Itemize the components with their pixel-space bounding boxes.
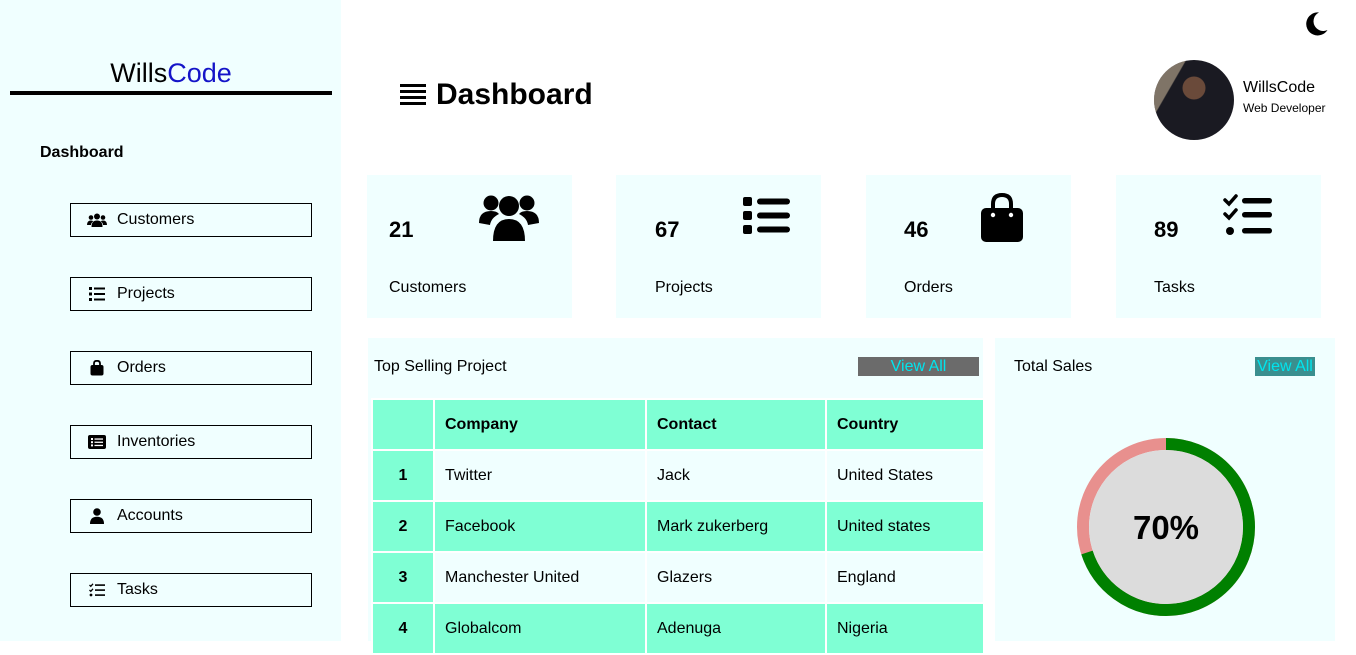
moon-icon[interactable] xyxy=(1303,11,1329,37)
row-company: Twitter xyxy=(433,449,647,502)
tasks-icon xyxy=(1223,193,1285,245)
shopping-bag-icon xyxy=(87,360,107,376)
stat-card-projects[interactable]: 67 Projects xyxy=(616,175,821,318)
sidebar-item-tasks[interactable]: Tasks xyxy=(70,573,312,607)
view-all-button[interactable]: View All xyxy=(1255,357,1315,376)
row-company: Globalcom xyxy=(433,602,647,655)
list-alt-icon xyxy=(87,434,107,450)
row-country: England xyxy=(825,551,985,604)
stat-value: 67 xyxy=(655,217,680,242)
sidebar-item-label: Projects xyxy=(117,285,175,302)
user-icon xyxy=(87,508,107,524)
sidebar-item-customers[interactable]: Customers xyxy=(70,203,312,237)
page-title-text: Dashboard xyxy=(436,78,593,111)
row-contact: Adenuga xyxy=(645,602,827,655)
sidebar-item-inventories[interactable]: Inventories xyxy=(70,425,312,459)
sidebar-item-orders[interactable]: Orders xyxy=(70,351,312,385)
stat-label: Customers xyxy=(389,279,467,296)
brand-text-primary: Wills xyxy=(110,58,168,88)
row-company: Facebook xyxy=(433,500,647,553)
top-selling-table: Company Contact Country 1 Twitter Jack U… xyxy=(371,398,985,655)
row-country: Nigeria xyxy=(825,602,985,655)
sidebar-item-label: Customers xyxy=(117,211,195,228)
list-icon xyxy=(742,193,804,245)
brand-divider xyxy=(10,91,332,95)
sidebar-item-accounts[interactable]: Accounts xyxy=(70,499,312,533)
stat-card-tasks[interactable]: 89 Tasks xyxy=(1116,175,1321,318)
users-icon xyxy=(87,212,107,228)
total-sales-title: Total Sales xyxy=(1014,358,1093,375)
table-header-country: Country xyxy=(825,398,985,451)
list-icon xyxy=(87,286,107,302)
sales-donut-chart: 70% xyxy=(1076,438,1256,616)
row-index: 1 xyxy=(371,449,435,502)
row-company: Manchester United xyxy=(433,551,647,604)
table-header-row: Company Contact Country xyxy=(371,398,985,451)
sidebar: WillsCode Dashboard Customers Projects O… xyxy=(0,0,341,641)
stat-label: Orders xyxy=(904,279,953,296)
table-row[interactable]: 2 Facebook Mark zukerberg United states xyxy=(371,500,985,553)
row-index: 4 xyxy=(371,602,435,655)
stat-value: 89 xyxy=(1154,217,1179,242)
hamburger-menu-icon[interactable] xyxy=(400,82,426,108)
view-all-button[interactable]: View All xyxy=(858,357,979,376)
tasks-icon xyxy=(87,582,107,598)
stat-card-orders[interactable]: 46 Orders xyxy=(866,175,1071,318)
row-contact: Mark zukerberg xyxy=(645,500,827,553)
page-title: Dashboard xyxy=(400,78,593,112)
shopping-bag-icon xyxy=(979,192,1041,245)
donut-percent-label: 70% xyxy=(1133,509,1199,546)
row-country: United states xyxy=(825,500,985,553)
row-index: 2 xyxy=(371,500,435,553)
table-header-company: Company xyxy=(433,398,647,451)
avatar[interactable] xyxy=(1154,60,1234,140)
stat-label: Projects xyxy=(655,279,713,296)
row-country: United States xyxy=(825,449,985,502)
stat-card-customers[interactable]: 21 Customers xyxy=(367,175,572,318)
row-contact: Glazers xyxy=(645,551,827,604)
table-row[interactable]: 1 Twitter Jack United States xyxy=(371,449,985,502)
sidebar-item-label: Tasks xyxy=(117,581,158,598)
sidebar-item-label: Accounts xyxy=(117,507,183,524)
profile-role: Web Developer xyxy=(1243,101,1326,115)
users-icon xyxy=(478,193,540,245)
brand-text-accent: Code xyxy=(167,58,232,88)
stat-value: 46 xyxy=(904,217,929,242)
row-index: 3 xyxy=(371,551,435,604)
top-selling-title: Top Selling Project xyxy=(374,358,507,375)
stat-label: Tasks xyxy=(1154,279,1195,296)
table-row[interactable]: 4 Globalcom Adenuga Nigeria xyxy=(371,602,985,655)
sidebar-section-title: Dashboard xyxy=(40,144,124,161)
profile-name: WillsCode xyxy=(1243,79,1316,96)
brand-logo[interactable]: WillsCode xyxy=(10,58,332,89)
sidebar-item-label: Orders xyxy=(117,359,166,376)
sidebar-item-label: Inventories xyxy=(117,433,196,450)
table-header-index xyxy=(371,398,435,451)
table-row[interactable]: 3 Manchester United Glazers England xyxy=(371,551,985,604)
sidebar-item-projects[interactable]: Projects xyxy=(70,277,312,311)
row-contact: Jack xyxy=(645,449,827,502)
stat-value: 21 xyxy=(389,217,414,242)
table-header-contact: Contact xyxy=(645,398,827,451)
